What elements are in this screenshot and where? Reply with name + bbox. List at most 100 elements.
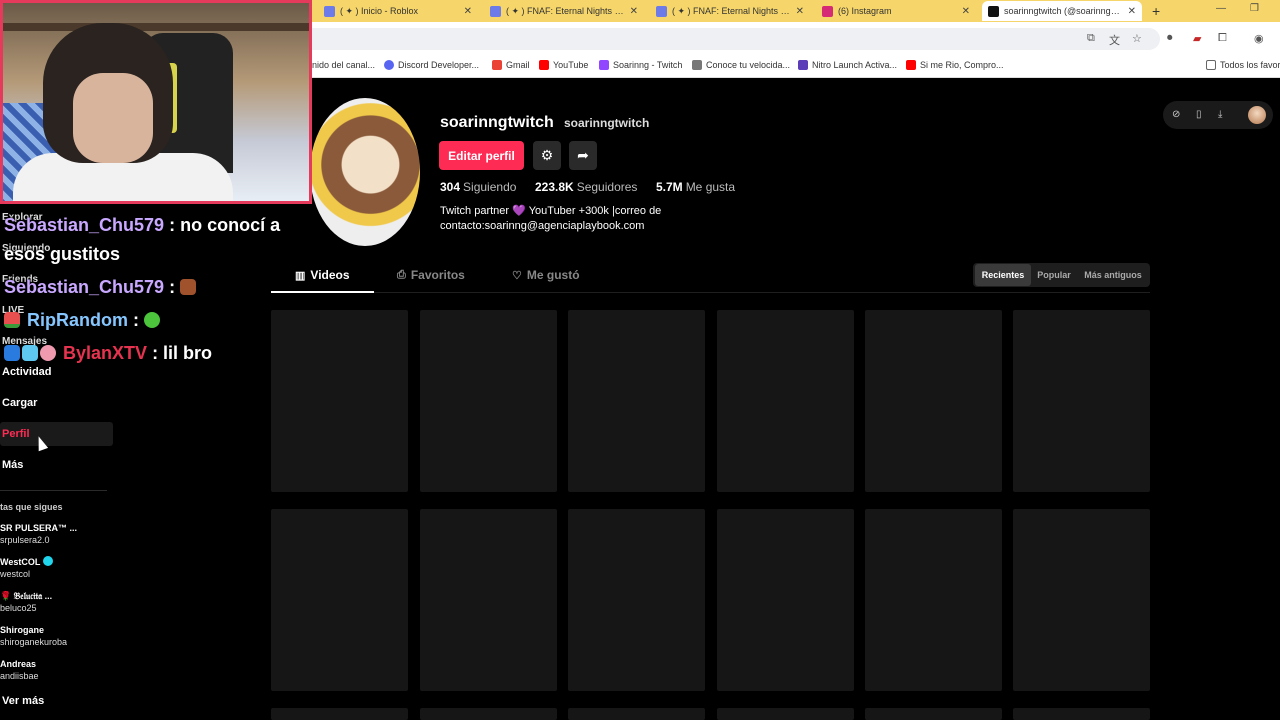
video-thumbnail[interactable] bbox=[420, 310, 557, 492]
video-thumbnail[interactable] bbox=[717, 509, 854, 691]
bookmark-item[interactable]: Todos los favori bbox=[1206, 60, 1280, 70]
compass-icon[interactable]: ⊘ bbox=[1172, 109, 1180, 120]
video-thumbnail[interactable] bbox=[568, 509, 705, 691]
chat-message: Sebastian_Chu579 : bbox=[4, 276, 198, 298]
bookmark-label: Nitro Launch Activa... bbox=[812, 60, 898, 70]
url-input[interactable] bbox=[300, 28, 1160, 50]
video-thumbnail[interactable] bbox=[717, 310, 854, 492]
bookmark-item[interactable]: Gmail bbox=[492, 60, 530, 70]
bookmark-label: Si me Rio, Compro... bbox=[920, 60, 1004, 70]
chat-text: esos gustitos bbox=[4, 244, 121, 264]
video-thumbnail[interactable] bbox=[271, 509, 408, 691]
chat-message: BylanXTV : lil bro bbox=[4, 342, 212, 364]
star-icon[interactable]: ☆ bbox=[1132, 32, 1142, 45]
bookmark-item[interactable]: Si me Rio, Compro... bbox=[906, 60, 1004, 70]
profile-avatar bbox=[310, 98, 420, 246]
close-icon[interactable]: ✕ bbox=[962, 6, 970, 17]
video-thumbnail[interactable] bbox=[717, 708, 854, 720]
heart-icon: ♡ bbox=[512, 269, 522, 282]
restore-icon[interactable]: ❐ bbox=[1250, 3, 1259, 14]
close-icon[interactable]: ✕ bbox=[796, 6, 804, 17]
stat-number: 304 bbox=[440, 180, 461, 194]
video-thumbnail[interactable] bbox=[865, 509, 1002, 691]
close-icon[interactable]: ✕ bbox=[464, 6, 472, 17]
browser-tab-instagram[interactable]: (6) Instagram ✕ bbox=[816, 1, 976, 21]
bookmark-item[interactable]: Discord Developer... bbox=[384, 60, 479, 70]
video-thumbnail[interactable] bbox=[568, 708, 705, 720]
edit-profile-button[interactable]: Editar perfil bbox=[439, 141, 524, 170]
tab-me-gusto[interactable]: ♡ Me gustó bbox=[512, 268, 580, 282]
profile-bio: Twitch partner 💜 YouTuber +300k |correo … bbox=[440, 204, 661, 234]
sort-toggle-group: Recientes Popular Más antiguos bbox=[973, 263, 1150, 287]
close-icon[interactable]: ✕ bbox=[630, 6, 638, 17]
following-name: Andreas bbox=[0, 659, 37, 669]
browser-tab-fnaf-2[interactable]: ( ✦ ) FNAF: Eternal Nights 🦇 - ✕ bbox=[650, 1, 810, 21]
extensions-puzzle-icon[interactable]: ⧠ bbox=[1218, 32, 1227, 45]
extension-record-icon[interactable]: ⏺ bbox=[1167, 32, 1173, 45]
bookmark-label: Discord Developer... bbox=[398, 60, 480, 70]
video-thumbnail[interactable] bbox=[1013, 310, 1150, 492]
download-icon[interactable]: ⤓ bbox=[1218, 109, 1222, 120]
sort-mas-antiguos-button[interactable]: Más antiguos bbox=[1078, 264, 1148, 286]
following-account[interactable]: Shirogane shiroganekuroba bbox=[0, 624, 67, 648]
bookmark-item[interactable]: nido del canal... bbox=[312, 60, 375, 70]
video-thumbnail[interactable] bbox=[1013, 509, 1150, 691]
browser-tab-fnaf-1[interactable]: ( ✦ ) FNAF: Eternal Nights 🦇 - ✕ bbox=[484, 1, 644, 21]
chat-emote-icon bbox=[144, 312, 161, 328]
following-account[interactable]: 🌹 𝔅𝔢𝔩𝔲𝔠𝔦𝔱𝔞 ... beluco25 bbox=[0, 590, 52, 614]
following-account[interactable]: WestCOL westcol bbox=[0, 556, 54, 580]
tab-label: Videos bbox=[310, 268, 350, 282]
video-thumbnail[interactable] bbox=[568, 310, 705, 492]
bookmark-item[interactable]: Conoce tu velocida... bbox=[692, 60, 790, 70]
sidebar-divider bbox=[0, 490, 107, 491]
following-handle: andiisbae bbox=[0, 671, 39, 681]
stat-followers[interactable]: 223.8K Seguidores bbox=[535, 180, 637, 194]
close-icon[interactable]: ✕ bbox=[1128, 6, 1136, 17]
video-thumbnail[interactable] bbox=[420, 708, 557, 720]
video-thumbnail[interactable] bbox=[271, 310, 408, 492]
translate-icon[interactable]: 文 bbox=[1109, 32, 1120, 48]
stat-following[interactable]: 304 Siguiendo bbox=[440, 180, 516, 194]
see-more-link[interactable]: Ver más bbox=[2, 695, 44, 707]
user-avatar[interactable] bbox=[1248, 106, 1266, 124]
phone-icon[interactable]: ▯ bbox=[1196, 109, 1202, 120]
sort-popular-button[interactable]: Popular bbox=[1033, 264, 1075, 286]
sidebar-item-actividad[interactable]: Actividad bbox=[2, 366, 52, 378]
extension-red-icon[interactable]: ▰ bbox=[1193, 32, 1201, 45]
screen: ( ✦ ) Inicio - Roblox ✕ ( ✦ ) FNAF: Eter… bbox=[0, 0, 1280, 720]
gmail-icon bbox=[492, 60, 502, 70]
sidebar-item-perfil[interactable]: Perfil bbox=[2, 428, 30, 440]
sidebar-item-cargar[interactable]: Cargar bbox=[2, 397, 37, 409]
tab-title: ( ✦ ) FNAF: Eternal Nights 🦇 - bbox=[506, 5, 624, 16]
settings-button[interactable]: ⚙ bbox=[533, 141, 561, 170]
chat-username: RipRandom bbox=[27, 310, 129, 330]
install-app-icon[interactable]: ⧉ bbox=[1087, 32, 1095, 45]
following-account[interactable]: SR PULSERA™ ... srpulsera2.0 bbox=[0, 522, 77, 546]
video-thumbnail[interactable] bbox=[865, 310, 1002, 492]
discord-icon bbox=[384, 60, 394, 70]
browser-tab-tiktok[interactable]: soarinngtwitch (@soarinngtwit ✕ bbox=[982, 1, 1142, 21]
sidebar-item-mas[interactable]: Más bbox=[2, 459, 23, 471]
profile-avatar-icon[interactable]: ◉ bbox=[1254, 32, 1264, 45]
webcam-shelf bbox=[3, 23, 309, 31]
webcam-overlay bbox=[0, 0, 312, 204]
bookmark-item[interactable]: Nitro Launch Activa... bbox=[798, 60, 897, 70]
bookmark-item[interactable]: Soarinng - Twitch bbox=[599, 60, 682, 70]
new-tab-button[interactable]: + bbox=[1152, 3, 1160, 19]
share-icon: ➦ bbox=[577, 147, 589, 163]
tab-favoritos[interactable]: ⎙ Favoritos bbox=[397, 268, 465, 282]
video-thumbnail[interactable] bbox=[420, 509, 557, 691]
bookmark-item[interactable]: YouTube bbox=[539, 60, 588, 70]
share-button[interactable]: ➦ bbox=[569, 141, 597, 170]
video-thumbnail[interactable] bbox=[1013, 708, 1150, 720]
stat-number: 223.8K bbox=[535, 180, 574, 194]
stat-likes: 5.7M Me gusta bbox=[656, 180, 735, 194]
browser-tab-roblox[interactable]: ( ✦ ) Inicio - Roblox ✕ bbox=[318, 1, 478, 21]
following-account[interactable]: Andreas andiisbae bbox=[0, 658, 39, 682]
sort-recientes-button[interactable]: Recientes bbox=[975, 264, 1031, 286]
video-thumbnail[interactable] bbox=[865, 708, 1002, 720]
minimize-icon[interactable]: — bbox=[1216, 3, 1226, 14]
chat-text: : bbox=[169, 277, 176, 297]
tab-videos[interactable]: ▥ Videos bbox=[295, 268, 350, 282]
video-thumbnail[interactable] bbox=[271, 708, 408, 720]
